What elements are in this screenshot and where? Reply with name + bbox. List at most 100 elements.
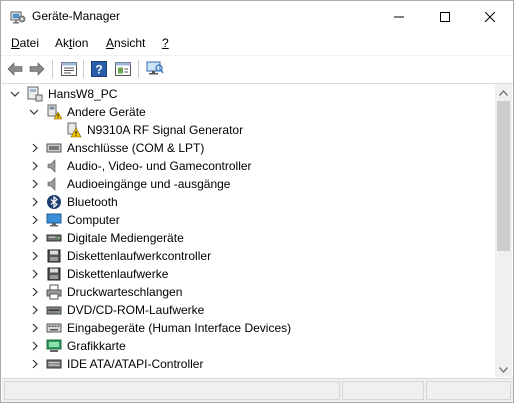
tree-category-label: Computer: [67, 213, 120, 227]
tree-device-n9310a[interactable]: N9310A RF Signal Generator: [2, 121, 494, 139]
help-button[interactable]: ?: [88, 59, 110, 79]
tree-category-label: Diskettenlaufwerke: [67, 267, 169, 281]
maximize-icon: [440, 11, 450, 22]
ide-controller-icon: [46, 359, 62, 369]
menu-ansicht[interactable]: Ansicht: [106, 36, 145, 50]
properties-button[interactable]: [58, 59, 80, 79]
scroll-down-button[interactable]: [495, 361, 512, 377]
properties-icon: [61, 62, 77, 76]
status-panel: [426, 381, 511, 400]
forward-button[interactable]: [26, 59, 48, 79]
chevron-right-icon[interactable]: [30, 197, 40, 207]
floppy-drive-icon: [47, 267, 61, 281]
chevron-right-icon[interactable]: [30, 359, 40, 369]
menu-bar: Datei Aktion Ansicht ?: [1, 33, 513, 53]
status-bar: [2, 378, 513, 402]
tree-category-label: Andere Geräte: [67, 105, 146, 119]
menu-aktion[interactable]: Aktion: [55, 36, 88, 50]
tree-category[interactable]: Audio-, Video- und Gamecontroller: [2, 157, 494, 175]
tree-category[interactable]: Audioeingänge und -ausgänge: [2, 175, 494, 193]
tree-category-label: Druckwarteschlangen: [67, 285, 183, 299]
display-adapter-icon: [46, 339, 62, 352]
toolbar-separator: [138, 60, 139, 78]
view-icon: [115, 62, 131, 76]
optical-drive-icon: [46, 306, 62, 315]
toolbar-separator: [83, 60, 84, 78]
device-manager-window: Geräte-Manager Datei Aktion Ansicht ? ?: [0, 0, 514, 403]
close-button[interactable]: [467, 1, 513, 32]
floppy-controller-icon: [47, 249, 61, 263]
speaker-icon: [47, 159, 56, 173]
tree-category[interactable]: Diskettenlaufwerke: [2, 265, 494, 283]
title-bar[interactable]: Geräte-Manager: [1, 1, 513, 32]
view-button[interactable]: [112, 59, 134, 79]
tree-category-label: Digitale Mediengeräte: [67, 231, 184, 245]
tree-category[interactable]: [2, 373, 494, 377]
tree-root-label: HansW8_PC: [48, 87, 118, 101]
chevron-right-icon[interactable]: [30, 287, 40, 297]
scrollbar-thumb[interactable]: [497, 101, 510, 251]
chevron-up-icon: [499, 89, 508, 96]
tree-category-label: Bluetooth: [67, 195, 118, 209]
tree-category-label: Eingabegeräte (Human Interface Devices): [67, 321, 292, 335]
chevron-right-icon[interactable]: [30, 269, 40, 279]
printer-icon: [46, 284, 62, 300]
keyboard-icon: [46, 323, 62, 333]
port-icon: [46, 143, 62, 153]
chevron-right-icon[interactable]: [30, 323, 40, 333]
maximize-button[interactable]: [422, 1, 468, 32]
tree-category[interactable]: Diskettenlaufwerkcontroller: [2, 247, 494, 265]
tree-category[interactable]: Digitale Mediengeräte: [2, 229, 494, 247]
help-icon: ?: [91, 61, 107, 77]
tree-category-label: Grafikkarte: [67, 339, 126, 353]
unknown-device-icon: [47, 104, 62, 120]
tree-category[interactable]: IDE ATA/ATAPI-Controller: [2, 355, 494, 373]
chevron-down-icon[interactable]: [29, 107, 39, 117]
tree-category-label: Audioeingänge und -ausgänge: [67, 177, 231, 191]
tree-category-other-devices[interactable]: Andere Geräte: [2, 103, 494, 121]
tree-category[interactable]: Computer: [2, 211, 494, 229]
forward-icon: [29, 62, 45, 76]
minimize-button[interactable]: [376, 1, 422, 32]
toolbar-separator: [52, 60, 53, 78]
back-icon: [7, 62, 23, 76]
computer-icon: [27, 86, 43, 102]
menu-help[interactable]: ?: [162, 36, 169, 50]
media-device-icon: [46, 234, 62, 242]
tree-root[interactable]: HansW8_PC: [2, 85, 494, 103]
back-button[interactable]: [4, 59, 26, 79]
chevron-right-icon[interactable]: [30, 251, 40, 261]
monitor-icon: [46, 213, 62, 227]
scroll-up-button[interactable]: [495, 84, 512, 101]
tree-device-label: N9310A RF Signal Generator: [87, 123, 244, 137]
svg-text:?: ?: [95, 63, 102, 77]
warning-device-icon: [67, 122, 82, 138]
chevron-right-icon[interactable]: [30, 233, 40, 243]
menu-datei[interactable]: Datei: [11, 36, 39, 50]
minimize-icon: [394, 16, 404, 17]
tree-category[interactable]: Anschlüsse (COM & LPT): [2, 139, 494, 157]
chevron-right-icon[interactable]: [30, 341, 40, 351]
chevron-right-icon[interactable]: [30, 143, 40, 153]
scan-hardware-button[interactable]: [144, 59, 166, 79]
tree-category-label: Diskettenlaufwerkcontroller: [67, 249, 212, 263]
chevron-down-icon: [499, 366, 508, 373]
tree-category-label: Audio-, Video- und Gamecontroller: [67, 159, 252, 173]
device-tree[interactable]: HansW8_PC Andere Geräte N9310A RF Signal…: [2, 83, 513, 377]
chevron-right-icon[interactable]: [30, 215, 40, 225]
device-manager-icon: [10, 9, 26, 24]
close-icon: [485, 11, 495, 22]
chevron-right-icon[interactable]: [30, 161, 40, 171]
tree-category[interactable]: Eingabegeräte (Human Interface Devices): [2, 319, 494, 337]
tree-category[interactable]: Bluetooth: [2, 193, 494, 211]
speaker-icon: [47, 177, 56, 191]
chevron-right-icon[interactable]: [30, 179, 40, 189]
chevron-right-icon[interactable]: [30, 305, 40, 315]
vertical-scrollbar[interactable]: [495, 84, 512, 377]
tree-category[interactable]: DVD/CD-ROM-Laufwerke: [2, 301, 494, 319]
toolbar: ?: [1, 55, 513, 81]
tree-category[interactable]: Grafikkarte: [2, 337, 494, 355]
status-panel: [4, 381, 340, 400]
chevron-down-icon[interactable]: [10, 89, 20, 99]
tree-category[interactable]: Druckwarteschlangen: [2, 283, 494, 301]
